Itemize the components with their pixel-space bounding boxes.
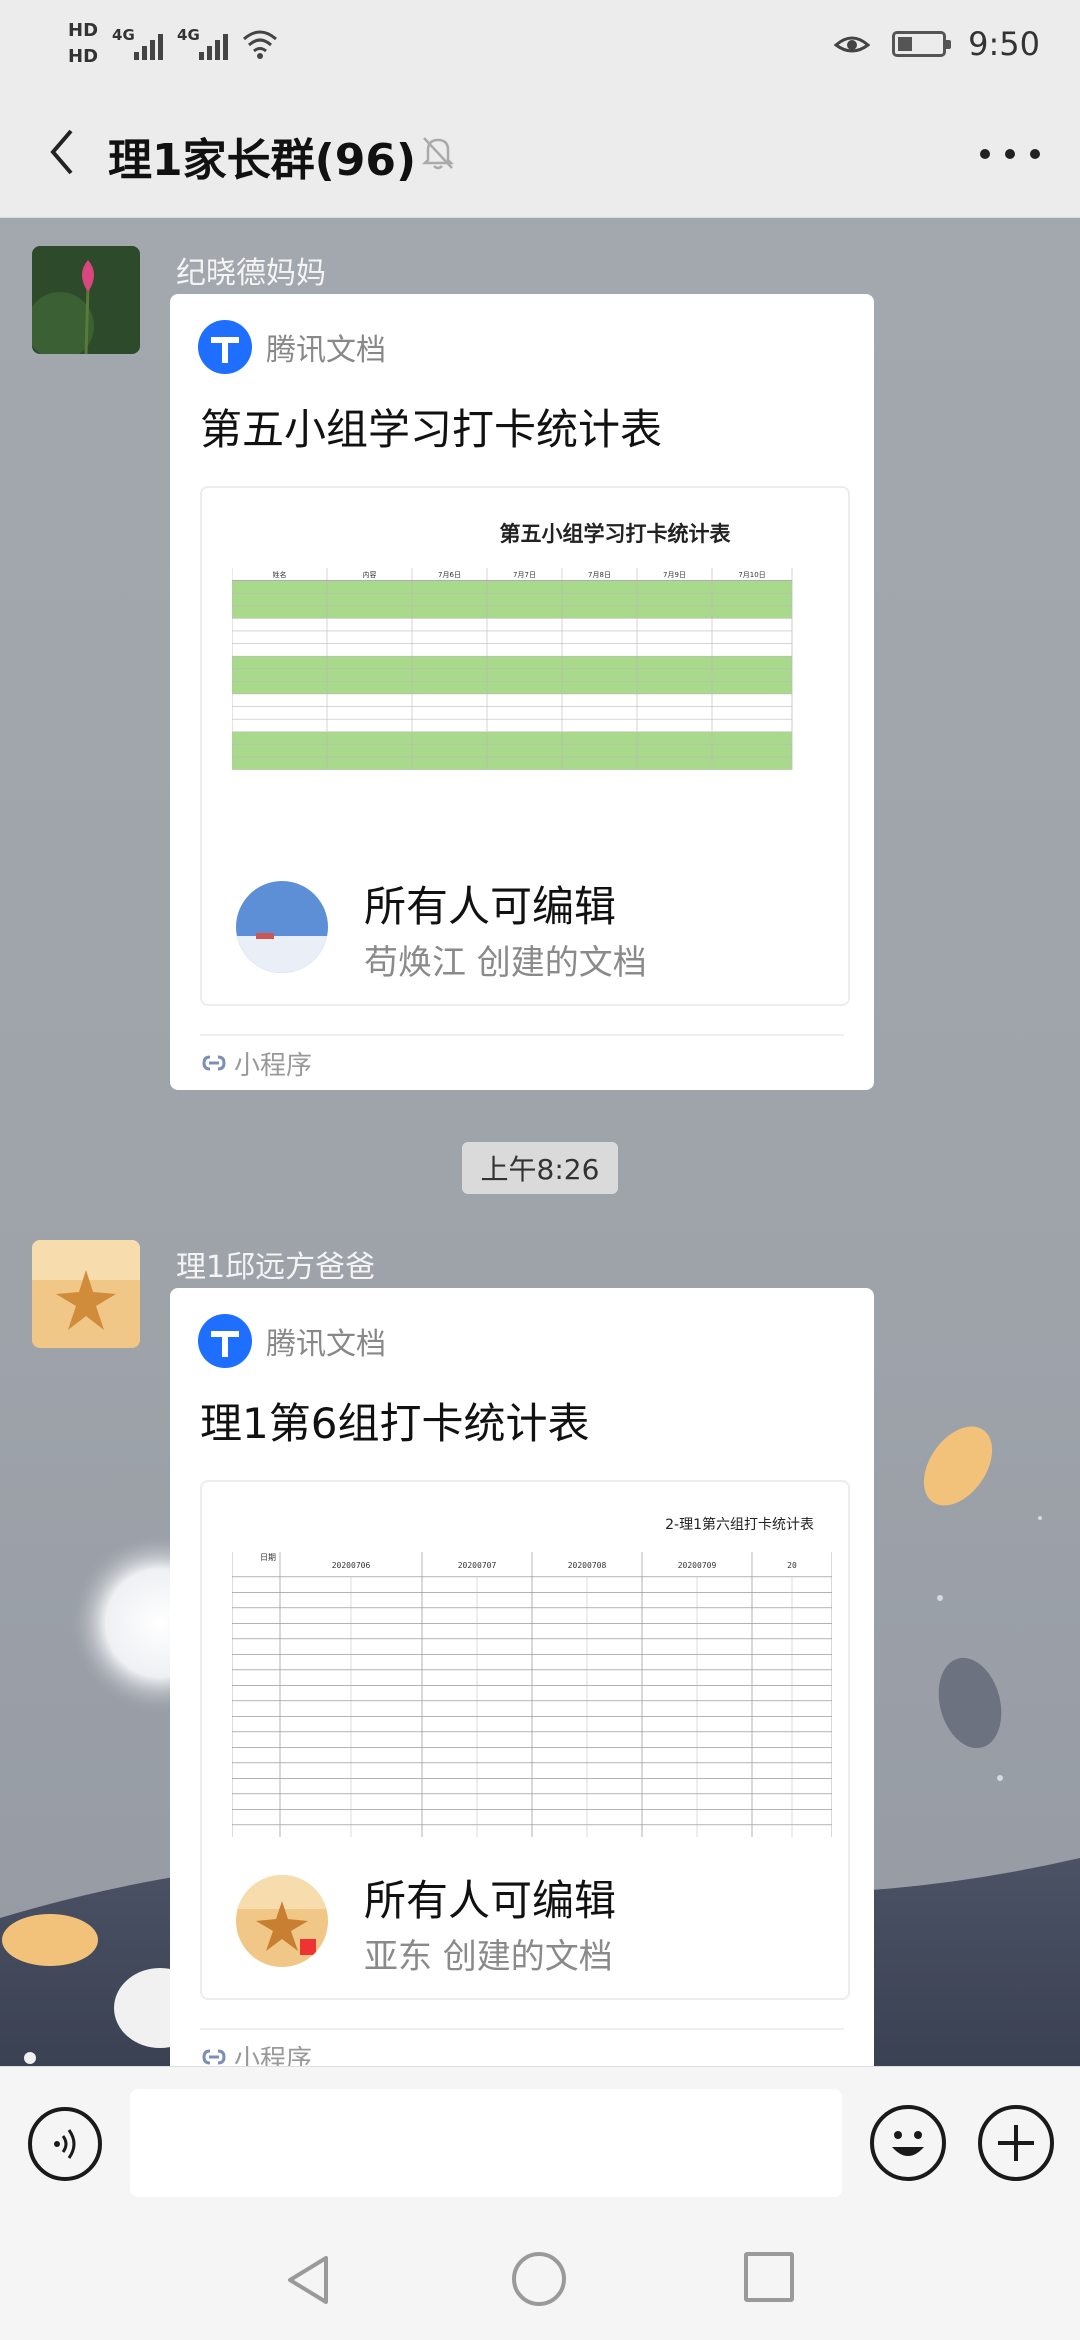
more-options-button[interactable] bbox=[980, 134, 1040, 174]
wifi-icon bbox=[243, 30, 278, 59]
card-header: 腾讯文档 bbox=[198, 320, 386, 374]
hd-label-1: HD bbox=[68, 20, 99, 41]
input-bar bbox=[0, 2066, 1080, 2220]
svg-text:7月6日: 7月6日 bbox=[438, 571, 461, 579]
chat-title: 理1家长群(96) bbox=[108, 135, 417, 186]
mini-program-label: 小程序 bbox=[234, 2044, 313, 2067]
dot-icon bbox=[980, 149, 990, 159]
svg-text:内容: 内容 bbox=[363, 570, 377, 579]
dot-icon bbox=[1030, 149, 1040, 159]
svg-text:20200706: 20200706 bbox=[332, 1561, 371, 1570]
starfish-avatar-image bbox=[32, 1240, 140, 1348]
status-bar: HD HD 4G 4G 9:50 bbox=[0, 0, 1080, 88]
sender-avatar[interactable] bbox=[32, 1240, 140, 1348]
doc-preview[interactable]: 2-理1第六组打卡统计表 日期 20200706 20200707 20200708 2… bbox=[200, 1480, 850, 2000]
card-source: 腾讯文档 bbox=[266, 1327, 386, 1362]
status-right: 9:50 bbox=[834, 25, 1040, 63]
sheet-title: 第五小组学习打卡统计表 bbox=[499, 522, 731, 546]
permission-row: 所有人可编辑 亚东 创建的文档 bbox=[202, 1837, 848, 1998]
nav-back-icon[interactable] bbox=[282, 2252, 338, 2308]
signal-icon-1: 4G bbox=[112, 26, 164, 60]
time-divider: 上午8:26 bbox=[462, 1142, 618, 1194]
chevron-left-icon bbox=[50, 129, 73, 175]
signal-icon-2: 4G bbox=[177, 26, 229, 60]
voice-icon bbox=[54, 2129, 76, 2159]
nav-home-icon[interactable] bbox=[512, 2252, 566, 2306]
battery-icon bbox=[892, 31, 952, 57]
link-icon bbox=[202, 1055, 226, 1071]
back-button[interactable] bbox=[34, 124, 90, 180]
plus-icon bbox=[998, 2125, 1034, 2161]
emoji-button[interactable] bbox=[870, 2105, 946, 2181]
eye-comfort-icon bbox=[834, 36, 871, 53]
dot-icon bbox=[1005, 149, 1015, 159]
system-nav-bar bbox=[0, 2220, 1080, 2340]
tencent-docs-icon bbox=[198, 320, 252, 374]
svg-text:20: 20 bbox=[787, 1561, 797, 1570]
message-input[interactable] bbox=[130, 2089, 842, 2197]
svg-text:7月7日: 7月7日 bbox=[513, 571, 536, 579]
svg-text:20200708: 20200708 bbox=[568, 1561, 607, 1570]
card-header: 腾讯文档 bbox=[198, 1314, 386, 1368]
sheet-grid: 日期 20200706 20200707 20200708 20200709 20 bbox=[232, 1552, 832, 1837]
svg-text:20200707: 20200707 bbox=[458, 1561, 497, 1570]
sender-name: 理1邱远方爸爸 bbox=[176, 1250, 376, 1285]
card-title: 第五小组学习打卡统计表 bbox=[200, 405, 663, 454]
svg-text:日期: 日期 bbox=[260, 1553, 276, 1562]
lotus-avatar-image bbox=[32, 246, 140, 354]
clock: 9:50 bbox=[968, 25, 1040, 63]
creator-label: 亚东 创建的文档 bbox=[364, 1937, 613, 1977]
chat-header: 理1家长群(96) bbox=[0, 88, 1080, 218]
card-title: 理1第6组打卡统计表 bbox=[200, 1399, 590, 1448]
permission-label: 所有人可编辑 bbox=[364, 1876, 617, 1925]
sheet-grid: 姓名 内容 7月6日 7月7日 7月8日 7月9日 7月10日 bbox=[232, 568, 793, 770]
svg-text:7月8日: 7月8日 bbox=[588, 571, 611, 579]
network-type-1: 4G bbox=[112, 26, 135, 44]
creator-avatar bbox=[236, 1875, 328, 1967]
doc-preview[interactable]: 第五小组学习打卡统计表 姓名 内容 7月6日 7月7日 7月8日 7月9日 7月10日 所有… bbox=[200, 486, 850, 1006]
card-source: 腾讯文档 bbox=[266, 333, 386, 368]
svg-text:7月10日: 7月10日 bbox=[738, 571, 765, 579]
network-type-2: 4G bbox=[177, 26, 200, 44]
mute-bell-icon bbox=[421, 137, 455, 170]
smiley-icon bbox=[892, 2131, 924, 2156]
sheet-thumbnail: 2-理1第六组打卡统计表 日期 20200706 20200707 20200708 2… bbox=[202, 1482, 848, 1837]
svg-text:20200709: 20200709 bbox=[678, 1561, 717, 1570]
chat-area[interactable]: 纪晓德妈妈 腾讯文档 第五小组学习打卡统计表 第五小组学习打卡统计表 姓名 内容 7… bbox=[0, 218, 1080, 2066]
nav-recent-apps-icon[interactable] bbox=[744, 2252, 794, 2302]
status-left: HD HD 4G 4G bbox=[68, 18, 278, 70]
more-functions-button[interactable] bbox=[978, 2105, 1054, 2181]
mini-program-bar: 小程序 bbox=[200, 2028, 844, 2066]
svg-text:7月9日: 7月9日 bbox=[663, 571, 686, 579]
creator-label: 苟焕江 创建的文档 bbox=[364, 943, 647, 983]
sheet-title: 2-理1第六组打卡统计表 bbox=[665, 1517, 814, 1533]
voice-input-button[interactable] bbox=[28, 2107, 102, 2181]
hd-indicator: HD HD bbox=[68, 18, 98, 70]
link-icon bbox=[202, 2049, 226, 2065]
svg-text:姓名: 姓名 bbox=[273, 570, 287, 579]
mini-program-label: 小程序 bbox=[234, 1050, 313, 1081]
creator-avatar bbox=[236, 881, 328, 973]
permission-row: 所有人可编辑 苟焕江 创建的文档 bbox=[202, 843, 848, 1004]
hd-label-2: HD bbox=[68, 46, 99, 67]
tencent-docs-icon bbox=[198, 1314, 252, 1368]
sender-name: 纪晓德妈妈 bbox=[176, 256, 326, 291]
sender-avatar[interactable] bbox=[32, 246, 140, 354]
mini-program-bar: 小程序 bbox=[200, 1034, 844, 1090]
sheet-thumbnail: 第五小组学习打卡统计表 姓名 内容 7月6日 7月7日 7月8日 7月9日 7月10日 bbox=[202, 488, 848, 843]
doc-card[interactable]: 腾讯文档 第五小组学习打卡统计表 第五小组学习打卡统计表 姓名 内容 7月6日 7月7… bbox=[170, 294, 874, 1090]
doc-card[interactable]: 腾讯文档 理1第6组打卡统计表 2-理1第六组打卡统计表 日期 20200706 2… bbox=[170, 1288, 874, 2066]
permission-label: 所有人可编辑 bbox=[364, 882, 617, 931]
